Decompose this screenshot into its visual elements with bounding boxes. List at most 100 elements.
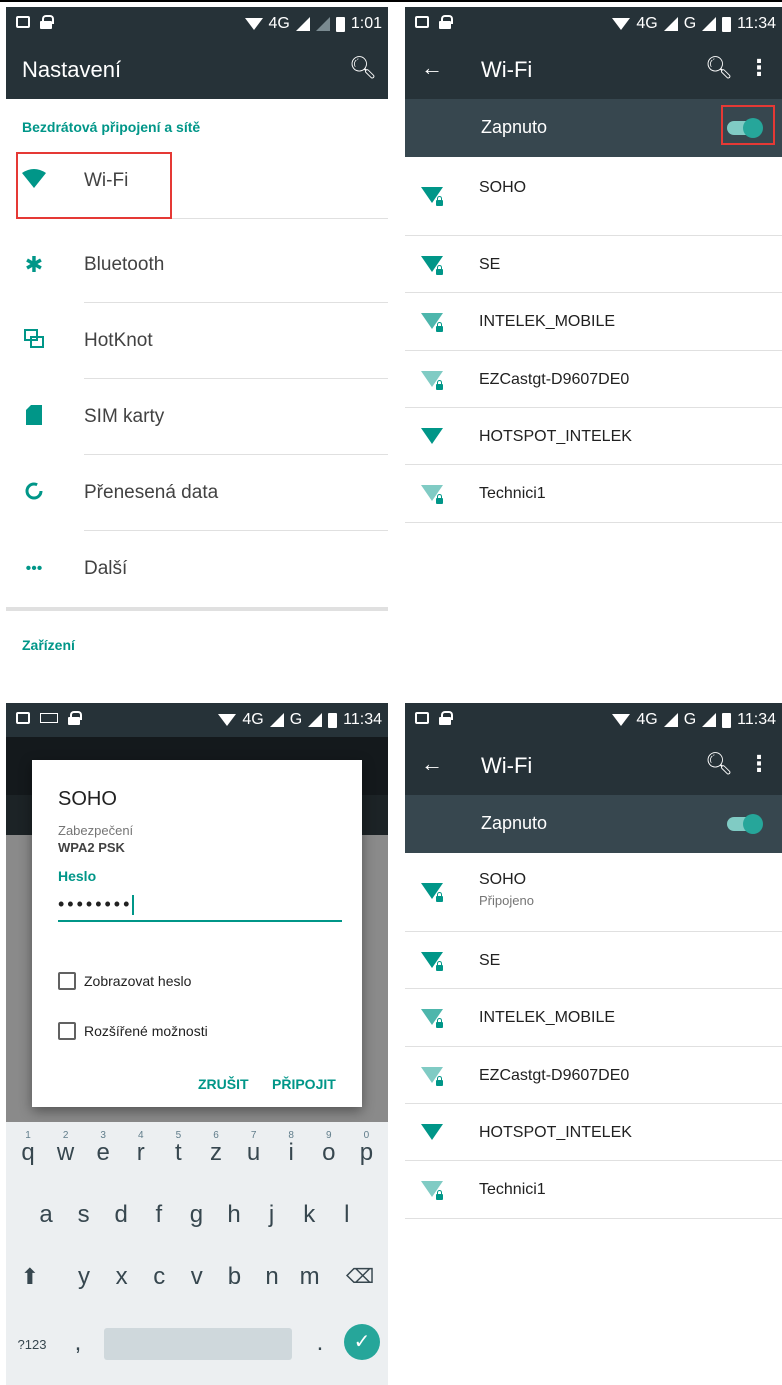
- settings-item-label: Přenesená data: [84, 482, 219, 503]
- enter-check-icon[interactable]: ✓: [344, 1324, 380, 1360]
- key-g[interactable]: g: [178, 1190, 214, 1240]
- key-t[interactable]: 5t: [160, 1128, 196, 1178]
- key-s[interactable]: s: [66, 1190, 102, 1240]
- clock: 11:34: [343, 711, 382, 728]
- cancel-button[interactable]: ZRUŠIT: [198, 1076, 249, 1092]
- key-i[interactable]: 8i: [273, 1128, 309, 1178]
- on-screen-keyboard: 1q2w3e4r5t6z7u8i9o0p asdfghjkl ⬆ ⌫ yxcvb…: [6, 1122, 388, 1385]
- key-a[interactable]: a: [28, 1190, 64, 1240]
- search-icon[interactable]: 🔍︎: [348, 53, 378, 83]
- settings-item-hotknot[interactable]: HotKnot: [6, 303, 388, 379]
- wifi-switch-bar[interactable]: Zapnuto: [405, 99, 782, 157]
- show-password-checkbox[interactable]: [58, 972, 76, 990]
- symbols-key[interactable]: ?123: [10, 1318, 54, 1368]
- key-k[interactable]: k: [291, 1190, 327, 1240]
- key-e[interactable]: 3e: [85, 1128, 121, 1178]
- sim-card-icon: [22, 405, 46, 429]
- key-label: w: [56, 1139, 75, 1166]
- network-row-hotspot-intelek[interactable]: HOTSPOT_INTELEK: [405, 408, 782, 465]
- page-title: Wi-Fi: [481, 57, 533, 82]
- key-o[interactable]: 9o: [311, 1128, 347, 1178]
- key-n[interactable]: n: [254, 1252, 290, 1302]
- key-j[interactable]: j: [254, 1190, 290, 1240]
- settings-item-label: Další: [84, 558, 128, 579]
- network-row-technici1[interactable]: Technici1: [405, 1161, 782, 1219]
- wifi-toggle-thumb[interactable]: [743, 814, 763, 834]
- shift-key-icon[interactable]: ⬆: [12, 1252, 48, 1302]
- signal-icon: [663, 713, 678, 727]
- settings-item-data-usage[interactable]: Přenesená data: [6, 455, 388, 531]
- category-device: Zařízení: [22, 637, 75, 653]
- key-w[interactable]: 2w: [48, 1128, 84, 1178]
- key-z[interactable]: 6z: [198, 1128, 234, 1178]
- key-p[interactable]: 0p: [348, 1128, 384, 1178]
- overflow-menu-icon[interactable]: ⋮: [744, 53, 774, 83]
- key-q[interactable]: 1q: [10, 1128, 46, 1178]
- network-row-ezcast[interactable]: EZCastgt-D9607DE0: [405, 1047, 782, 1104]
- key-c[interactable]: c: [141, 1252, 177, 1302]
- network-row-technici1[interactable]: Technici1: [405, 465, 782, 523]
- advanced-options-checkbox[interactable]: [58, 1022, 76, 1040]
- battery-icon: [328, 712, 338, 728]
- key-d[interactable]: d: [103, 1190, 139, 1240]
- backspace-key-icon[interactable]: ⌫: [342, 1252, 378, 1302]
- wifi-status-icon: [244, 18, 263, 30]
- network-name: SE: [479, 256, 501, 273]
- network-row-soho[interactable]: SOHO: [405, 157, 782, 236]
- back-arrow-icon[interactable]: ←: [417, 749, 447, 779]
- network-row-ezcast[interactable]: EZCastgt-D9607DE0: [405, 351, 782, 408]
- key-x[interactable]: x: [104, 1252, 140, 1302]
- key-u[interactable]: 7u: [236, 1128, 272, 1178]
- keyboard-row-4: ?123 , . ✓: [6, 1318, 388, 1378]
- network-row-intelek-mobile[interactable]: INTELEK_MOBILE: [405, 989, 782, 1047]
- settings-item-sim[interactable]: SIM karty: [6, 379, 388, 455]
- status-bar: 4G G 11:34: [6, 703, 388, 737]
- search-icon[interactable]: 🔍︎: [704, 749, 734, 779]
- key-label: r: [136, 1139, 145, 1166]
- key-h[interactable]: h: [216, 1190, 252, 1240]
- key-hint: 6: [213, 1130, 219, 1141]
- switch-label: Zapnuto: [481, 117, 548, 137]
- dialog-title: SOHO: [58, 788, 117, 810]
- settings-item-label: SIM karty: [84, 406, 165, 427]
- key-m[interactable]: m: [292, 1252, 328, 1302]
- network-row-hotspot-intelek[interactable]: HOTSPOT_INTELEK: [405, 1104, 782, 1161]
- status-bar: 4G G 11:34: [405, 7, 782, 41]
- settings-item-more[interactable]: ••• Další: [6, 531, 388, 607]
- key-v[interactable]: v: [179, 1252, 215, 1302]
- keyboard-row-3: ⬆ ⌫ yxcvbnm: [6, 1252, 388, 1312]
- key-l[interactable]: l: [329, 1190, 365, 1240]
- key-r[interactable]: 4r: [123, 1128, 159, 1178]
- key-b[interactable]: b: [216, 1252, 252, 1302]
- period-key[interactable]: .: [302, 1318, 338, 1368]
- data-usage-icon: [22, 481, 46, 505]
- network-name: SOHO: [479, 179, 527, 196]
- network-type-2: G: [683, 15, 697, 32]
- settings-item-bluetooth[interactable]: ✱ Bluetooth: [6, 227, 388, 303]
- hotknot-icon: [22, 329, 46, 353]
- password-field[interactable]: ••••••••: [58, 890, 342, 922]
- key-y[interactable]: y: [66, 1252, 102, 1302]
- wifi-password-dialog: SOHO Zabezpečení WPA2 PSK Heslo ••••••••…: [32, 760, 362, 1107]
- network-row-intelek-mobile[interactable]: INTELEK_MOBILE: [405, 293, 782, 351]
- key-label: e: [96, 1139, 110, 1166]
- back-arrow-icon[interactable]: ←: [417, 53, 447, 83]
- network-row-soho[interactable]: SOHO Připojeno: [405, 853, 782, 932]
- keyboard-row-2: asdfghjkl: [6, 1190, 388, 1250]
- search-icon[interactable]: 🔍︎: [704, 53, 734, 83]
- key-f[interactable]: f: [141, 1190, 177, 1240]
- battery-icon: [335, 16, 345, 32]
- network-type-2: G: [289, 711, 303, 728]
- overflow-menu-icon[interactable]: ⋮: [744, 749, 774, 779]
- wifi-locked-icon: [421, 950, 443, 972]
- network-type: 4G: [268, 15, 290, 32]
- space-key[interactable]: [104, 1328, 292, 1360]
- wifi-locked-icon: [421, 483, 443, 505]
- wifi-switch-bar[interactable]: Zapnuto: [405, 795, 782, 853]
- connect-button[interactable]: PŘIPOJIT: [272, 1076, 336, 1092]
- comma-key[interactable]: ,: [60, 1318, 96, 1368]
- network-row-se[interactable]: SE: [405, 932, 782, 989]
- network-row-se[interactable]: SE: [405, 236, 782, 293]
- settings-screen: 4G 1:01 Nastavení 🔍︎ Bezdrátová připojen…: [6, 7, 388, 667]
- wifi-status-icon: [612, 18, 631, 30]
